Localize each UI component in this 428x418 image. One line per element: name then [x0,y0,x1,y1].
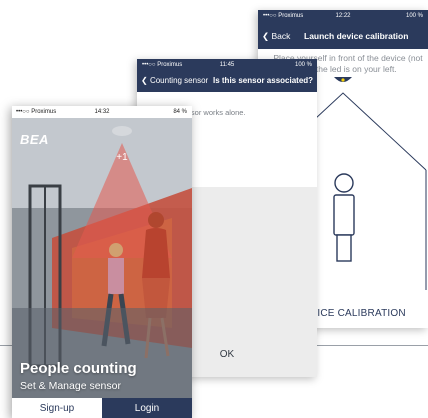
person-icon [333,173,355,262]
clock-label: 14:32 [94,109,110,115]
page-title: Is this sensor associated? [213,76,314,85]
hero-photo [12,118,192,398]
association-top-bar: •••○○ Proximus 11:45 100 % ❮ Counting se… [137,59,317,92]
nav-row: ❮ Counting sensor Is this sensor associa… [137,70,317,92]
calibration-top-bar: •••○○ Proximus 12:22 100 % ❮ Back Launch… [258,10,428,49]
bea-logo-icon: BEA [20,132,49,147]
signup-button[interactable]: Sign-up [12,398,102,418]
battery-label: 84 % [173,109,187,115]
login-button[interactable]: Login [102,398,192,418]
home-phone-screen: •••○○ Proximus 14:32 84 % BEA +1 People … [12,106,192,418]
auth-actions: Sign-up Login [12,398,192,418]
status-bar: •••○○ Proximus 12:22 100 % [258,10,428,23]
sensor-led-icon [341,78,345,82]
ceiling-sensor-icon [112,126,132,136]
status-bar: •••○○ Proximus 14:32 84 % [12,106,192,118]
back-button-label: Back [271,31,291,41]
marketing-collage: •••○○ Proximus 12:22 100 % ❮ Back Launch… [0,0,428,418]
page-title: Launch device calibration [304,31,409,41]
nav-row: ❮ Back Launch device calibration [258,23,428,49]
clock-label: 12:22 [335,13,351,19]
back-chevron-icon: ❮ [141,76,148,85]
back-button[interactable]: ❮ Back [262,31,290,42]
clock-label: 11:45 [219,62,235,68]
back-chevron-icon: ❮ [262,31,270,41]
back-button-label: Counting sensor [149,76,209,85]
back-button[interactable]: ❮ Counting sensor [141,76,208,85]
app-subheadline: Set & Manage sensor [20,380,121,392]
battery-label: 100 % [405,13,423,19]
app-headline: People counting [20,360,137,377]
hero-background: BEA +1 People counting Set & Manage sens… [12,118,192,398]
count-badge: +1 [116,152,128,163]
battery-label: 100 % [294,62,312,68]
